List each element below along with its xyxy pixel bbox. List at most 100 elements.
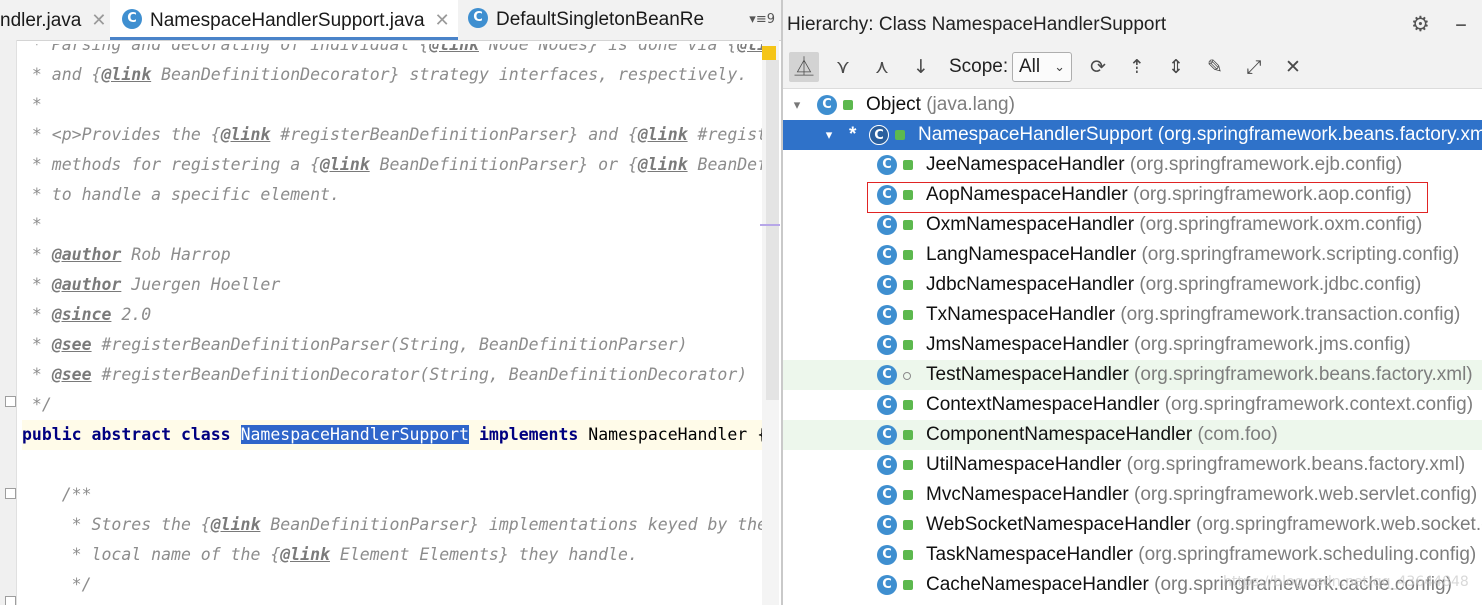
package-name: (org.springframework.ejb.config)	[1129, 154, 1403, 175]
sort-alphabetically-icon[interactable]: ↓	[906, 52, 936, 82]
tree-item-namespacehandlersupport[interactable]: ▾ * C NamespaceHandlerSupport (org.springfr…	[783, 120, 1482, 150]
code-line[interactable]: * to handle a specific element.	[22, 180, 340, 210]
code-line[interactable]: * @author Juergen Hoeller	[22, 270, 280, 300]
subtypes-hierarchy-icon[interactable]: ⋏	[867, 52, 897, 82]
code-line[interactable]: * <p>Provides the {@link #registerBeanDe…	[22, 120, 777, 150]
tree-item-websocketnamespacehandler[interactable]: C WebSocketNamespaceHandler (org.springfr…	[783, 510, 1482, 540]
code-text: */	[22, 575, 92, 594]
code-text: *	[22, 335, 52, 354]
tree-item-langnamespacehandler[interactable]: C LangNamespaceHandler (org.springframewo…	[783, 240, 1482, 270]
tree-item-object[interactable]: ▾ C Object (java.lang)	[783, 90, 1482, 120]
class-label: JdbcNamespaceHandler (org.springframewor…	[926, 270, 1421, 300]
code-line[interactable]: * @author Rob Harrop	[22, 240, 231, 270]
class-name: LangNamespaceHandler	[926, 244, 1137, 265]
class-icon: C	[877, 275, 897, 295]
javadoc-tag: @link	[210, 515, 261, 534]
tree-item-txnamespacehandler[interactable]: C TxNamespaceHandler (org.springframework…	[783, 300, 1482, 330]
class-name: ComponentNamespaceHandler	[926, 424, 1193, 445]
refresh-icon[interactable]: ⟳	[1083, 52, 1113, 82]
class-icon: C	[877, 575, 897, 595]
class-icon: C	[877, 485, 897, 505]
code-area[interactable]: * Parsing and decorating of individual {…	[22, 44, 778, 605]
code-line[interactable]: *	[22, 90, 42, 120]
tree-item-jdbcnamespacehandler[interactable]: C JdbcNamespaceHandler (org.springframewo…	[783, 270, 1482, 300]
package-name: (org.springframework.beans.factory.xml)	[1134, 364, 1473, 385]
tree-item-testnamespacehandler[interactable]: C TestNamespaceHandler (org.springframewo…	[783, 360, 1482, 390]
code-text: *	[22, 275, 52, 294]
public-access-icon	[903, 340, 913, 350]
code-line[interactable]: /**	[22, 480, 92, 510]
javadoc-tag: @see	[51, 365, 92, 384]
fold-icon[interactable]	[5, 396, 16, 407]
code-line[interactable]: * @see #registerBeanDefinitionParser(Str…	[22, 330, 688, 360]
class-declaration-line[interactable]: public abstract class NamespaceHandlerSu…	[22, 420, 778, 450]
scrollbar-thumb[interactable]	[766, 60, 779, 400]
code-text: */	[22, 395, 52, 414]
code-line[interactable]: * @since 2.0	[22, 300, 151, 330]
code-line[interactable]: * local name of the {@link Element Eleme…	[22, 540, 638, 570]
hierarchy-tree[interactable]: ▾ C Object (java.lang) ▾ * C NamespaceHandlerS…	[783, 90, 1482, 605]
public-access-icon	[903, 430, 913, 440]
editor-tab-bar: ndler.java ✕ C NamespaceHandlerSupport.jav…	[0, 0, 781, 41]
chevron-down-icon[interactable]: ▾	[821, 120, 837, 150]
class-icon: C	[877, 545, 897, 565]
hide-panel-icon[interactable]: –	[1451, 12, 1471, 36]
tree-item-tasknamespacehandler[interactable]: C TaskNamespaceHandler (org.springframewo…	[783, 540, 1482, 570]
warning-marker-icon[interactable]	[762, 46, 776, 60]
tab-overflow-menu-icon[interactable]: ▾≡9	[749, 0, 775, 40]
code-text: 2.0	[111, 305, 152, 324]
code-line[interactable]: */	[22, 570, 92, 600]
chevron-down-icon[interactable]: ▾	[789, 90, 805, 120]
class-label: OxmNamespaceHandler (org.springframework…	[926, 210, 1422, 240]
code-line[interactable]: * @see #registerBeanDefinitionDecorator(…	[22, 360, 747, 390]
scope-dropdown[interactable]: All ⌄	[1012, 52, 1072, 82]
code-line[interactable]: * and {@link BeanDefinitionDecorator} st…	[22, 60, 747, 90]
type-hierarchy-icon[interactable]: ⏅	[789, 52, 819, 82]
public-access-icon	[903, 490, 913, 500]
code-line[interactable]: * Stores the {@link BeanDefinitionParser…	[22, 510, 767, 540]
highlight-annotation-box	[867, 182, 1428, 213]
close-icon[interactable]: ✕	[435, 10, 450, 30]
settings-gear-icon[interactable]: ⚙	[1411, 12, 1430, 36]
close-icon[interactable]: ✕	[91, 10, 106, 30]
panel-header: Hierarchy: Class NamespaceHandlerSupport…	[783, 0, 1482, 46]
tree-item-mvcnamespacehandler[interactable]: C MvcNamespaceHandler (org.springframewor…	[783, 480, 1482, 510]
code-line[interactable]: */	[22, 390, 52, 420]
fold-icon[interactable]	[5, 596, 16, 605]
tree-item-oxmnamespacehandler[interactable]: C OxmNamespaceHandler (org.springframewor…	[783, 210, 1482, 240]
class-icon: C	[877, 425, 897, 445]
watermark: https://blog.csdn.net/qq_43644848	[1223, 574, 1469, 590]
code-editor[interactable]: ndler.java ✕ C NamespaceHandlerSupport.jav…	[0, 0, 781, 605]
tree-item-contextnamespacehandler[interactable]: C ContextNamespaceHandler (org.springfram…	[783, 390, 1482, 420]
code-line[interactable]: * Parsing and decorating of individual {…	[22, 44, 778, 60]
tree-item-componentnamespacehandler[interactable]: C ComponentNamespaceHandler (com.foo)	[783, 420, 1482, 450]
pin-tab-icon[interactable]: ✎	[1200, 52, 1230, 82]
tree-item-jeenamespacehandler[interactable]: C JeeNamespaceHandler (org.springframewor…	[783, 150, 1482, 180]
tree-item-jmsnamespacehandler[interactable]: C JmsNamespaceHandler (org.springframewor…	[783, 330, 1482, 360]
export-icon[interactable]: ⇡	[1122, 52, 1152, 82]
class-name: ContextNamespaceHandler	[926, 394, 1160, 415]
tree-item-utilnamespacehandler[interactable]: C UtilNamespaceHandler (org.springframewo…	[783, 450, 1482, 480]
close-icon[interactable]: ✕	[1278, 52, 1308, 82]
fold-icon[interactable]	[5, 488, 16, 499]
autoscroll-icon[interactable]: ⤢	[1239, 52, 1269, 82]
tab-defaultsingletonbeanregistry[interactable]: C DefaultSingletonBeanRe	[468, 0, 704, 40]
code-text: * methods for registering a {	[22, 155, 321, 174]
code-line[interactable]: *	[22, 210, 42, 240]
code-text: *	[22, 305, 52, 324]
class-name: CacheNamespaceHandler	[926, 574, 1149, 595]
javadoc-tag: @link	[101, 65, 152, 84]
tab-label: NamespaceHandlerSupport.java	[150, 10, 425, 31]
code-text: *	[22, 95, 42, 114]
supertypes-hierarchy-icon[interactable]: ⋎	[828, 52, 858, 82]
public-access-icon	[903, 580, 913, 590]
expand-all-icon[interactable]: ⇕	[1161, 52, 1191, 82]
tab-handler-java[interactable]: ndler.java ✕	[0, 0, 108, 40]
class-name: MvcNamespaceHandler	[926, 484, 1129, 505]
class-label: JeeNamespaceHandler (org.springframework…	[926, 150, 1402, 180]
code-line[interactable]: * methods for registering a {@link BeanD…	[22, 150, 777, 180]
code-text: /**	[22, 485, 92, 504]
class-icon: C	[877, 245, 897, 265]
tab-namespacehandlersupport-java[interactable]: C NamespaceHandlerSupport.java ✕	[110, 0, 458, 40]
